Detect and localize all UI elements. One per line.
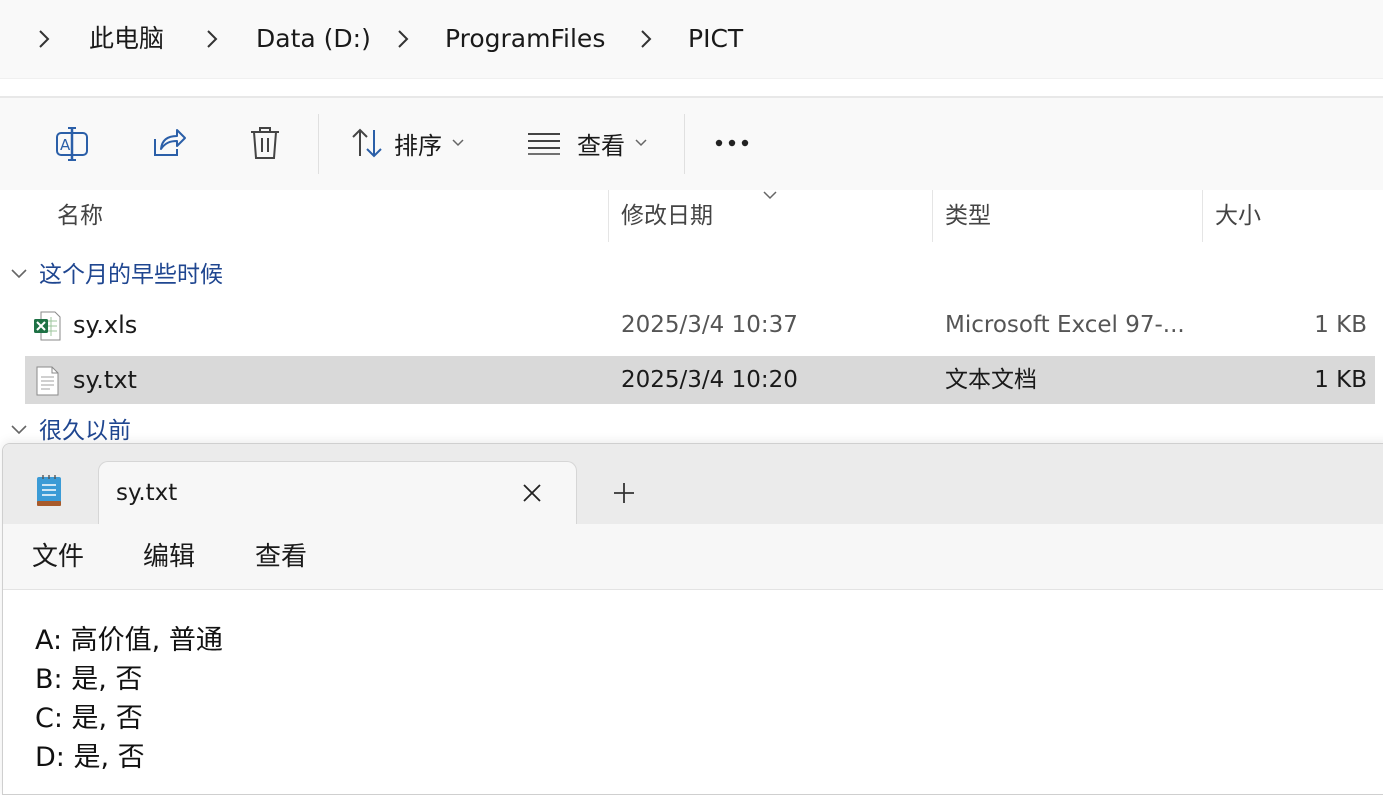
sort-label: 排序 [394,131,442,160]
menu-view[interactable]: 查看 [255,540,307,574]
notepad-menu-bar: 文件 编辑 查看 [3,524,1383,590]
toolbar-divider [684,114,685,174]
notepad-tab[interactable]: sy.txt [98,461,577,525]
plus-icon [614,483,634,503]
breadcrumb-pict[interactable]: PICT [688,20,743,58]
notepad-text-area[interactable]: A: 高价值, 普通 B: 是, 否 C: 是, 否 D: 是, 否 [3,590,1383,794]
command-bar: A 排序 查看 [0,96,1383,192]
tab-title: sy.txt [116,480,178,506]
column-header-date[interactable]: 修改日期 [621,190,713,242]
breadcrumb-programfiles[interactable]: ProgramFiles [445,20,605,58]
file-date: 2025/3/4 10:20 [621,367,798,393]
notepad-title-bar[interactable]: sy.txt [3,444,1383,525]
breadcrumb-chevron-icon[interactable] [36,20,52,58]
text-line: A: 高价值, 普通 [35,625,223,656]
file-size: 1 KB [1314,367,1367,393]
toolbar-divider [318,114,319,174]
menu-edit[interactable]: 编辑 [143,540,195,574]
notepad-app-icon [37,475,61,506]
svg-text:A: A [60,136,71,154]
chevron-down-icon [11,425,27,435]
text-line: C: 是, 否 [35,703,143,734]
text-file-icon [36,366,59,396]
chevron-down-icon [11,269,27,279]
excel-file-icon [34,311,61,341]
breadcrumb-this-pc[interactable]: 此电脑 [89,20,164,58]
sort-button[interactable]: 排序 [350,120,464,166]
file-size: 1 KB [1314,312,1367,338]
column-divider[interactable] [932,190,933,242]
file-type: 文本文档 [945,367,1037,393]
sort-descending-icon [763,191,777,200]
more-icon [715,139,749,147]
view-button[interactable]: 查看 [527,120,647,166]
notepad-window: sy.txt 文件 编辑 查看 A: 高价值, 普通 B: 是, 否 C: 是,… [2,443,1383,795]
share-button[interactable] [151,120,187,166]
file-name: sy.xls [73,311,138,339]
breadcrumb-chevron-icon[interactable] [638,20,654,58]
chevron-down-icon [452,139,464,147]
rename-button[interactable]: A [54,120,90,166]
column-header-size[interactable]: 大小 [1215,190,1261,242]
trash-icon [251,127,279,159]
file-type: Microsoft Excel 97-... [945,312,1185,338]
new-tab-button[interactable] [609,478,639,508]
chevron-down-icon [635,139,647,147]
column-divider[interactable] [608,190,609,242]
rename-icon: A [56,127,88,161]
text-line: D: 是, 否 [35,742,145,773]
breadcrumb-chevron-icon[interactable] [395,20,411,58]
file-row-selected[interactable]: sy.txt 2025/3/4 10:20 文本文档 1 KB [25,356,1375,404]
delete-button[interactable] [248,120,282,166]
sort-icon [352,128,382,158]
address-bar: 此电脑 Data (D:) ProgramFiles PICT [0,0,1383,79]
breadcrumb-chevron-icon[interactable] [204,20,220,58]
more-options-button[interactable] [714,120,750,166]
column-header-row: 名称 修改日期 类型 大小 [0,190,1383,242]
file-name: sy.txt [73,366,137,394]
file-date: 2025/3/4 10:37 [621,312,798,338]
menu-file[interactable]: 文件 [32,540,84,574]
close-icon [523,484,541,502]
view-list-icon [528,133,560,155]
share-icon [154,129,186,156]
close-tab-button[interactable] [517,478,547,508]
file-row[interactable]: sy.xls 2025/3/4 10:37 Microsoft Excel 97… [25,301,1375,349]
view-label: 查看 [577,131,625,160]
group-label: 这个月的早些时候 [39,262,223,288]
breadcrumb-data-drive[interactable]: Data (D:) [256,20,371,58]
column-header-type[interactable]: 类型 [945,190,991,242]
column-divider[interactable] [1202,190,1203,242]
column-header-name[interactable]: 名称 [57,190,103,242]
text-line: B: 是, 否 [35,664,143,695]
